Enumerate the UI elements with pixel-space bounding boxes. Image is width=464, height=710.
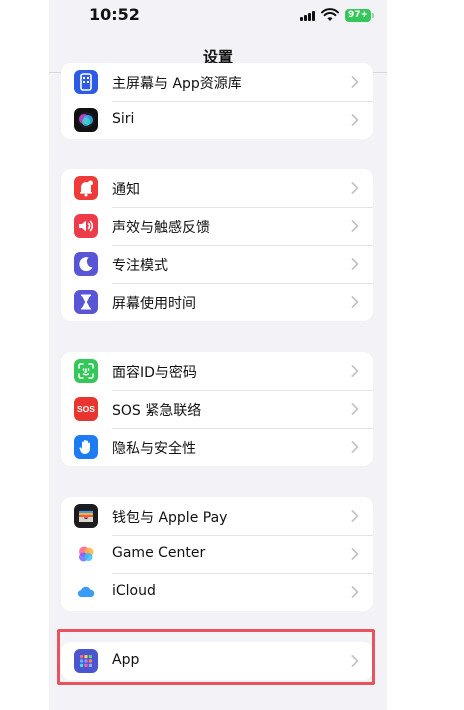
chevron-right-icon	[351, 655, 359, 667]
chevron-right-icon	[351, 403, 359, 415]
settings-row-icloud[interactable]: iCloud	[61, 573, 373, 611]
settings-group-security: 面容ID与密码 SOS SOS 紧急联络 隐私与安全性	[61, 352, 373, 466]
settings-row-notifications[interactable]: 通知	[61, 169, 373, 207]
sos-icon: SOS	[74, 397, 98, 421]
settings-row-sounds[interactable]: 声效与触感反馈	[61, 207, 373, 245]
chevron-right-icon	[351, 296, 359, 308]
chevron-right-icon	[351, 365, 359, 377]
chevron-right-icon	[351, 258, 359, 270]
settings-screen: 10:52 97+ 设置 主屏幕与 App资源库 Siri 通知 声效与触感反馈…	[49, 0, 387, 710]
settings-row-label: App	[112, 652, 140, 668]
settings-row-apps[interactable]: App	[61, 642, 373, 680]
settings-group-notifications: 通知 声效与触感反馈 专注模式 屏幕使用时间	[61, 169, 373, 321]
settings-row-label: 隐私与安全性	[112, 441, 196, 457]
speaker-icon	[74, 214, 98, 238]
chevron-right-icon	[351, 76, 359, 88]
siri-icon	[74, 108, 98, 132]
settings-row-label: 声效与触感反馈	[112, 220, 210, 236]
settings-row-label: Siri	[112, 111, 135, 127]
status-icons: 97+	[300, 8, 374, 22]
settings-row-label: 专注模式	[112, 258, 168, 274]
settings-row-screen-time[interactable]: 屏幕使用时间	[61, 283, 373, 321]
bell-icon	[74, 176, 98, 200]
chevron-right-icon	[351, 548, 359, 560]
status-bar: 10:52 97+	[49, 0, 387, 32]
hand-icon	[74, 435, 98, 459]
settings-row-label: 面容ID与密码	[112, 365, 197, 381]
settings-row-label: iCloud	[112, 583, 156, 599]
sos-badge-text: SOS	[77, 404, 95, 414]
chevron-right-icon	[351, 114, 359, 126]
icloud-icon	[74, 580, 98, 604]
settings-row-emergency-sos[interactable]: SOS SOS 紧急联络	[61, 390, 373, 428]
chevron-right-icon	[351, 510, 359, 522]
settings-group-apps: App	[61, 642, 373, 680]
settings-row-home-screen[interactable]: 主屏幕与 App资源库	[61, 63, 373, 101]
battery-icon: 97+	[345, 8, 374, 22]
game-center-icon	[74, 542, 98, 566]
moon-icon	[74, 252, 98, 276]
settings-row-label: 屏幕使用时间	[112, 296, 196, 312]
settings-row-label: 主屏幕与 App资源库	[112, 76, 242, 92]
settings-row-label: SOS 紧急联络	[112, 403, 202, 419]
cellular-signal-icon	[300, 9, 315, 21]
settings-row-wallet[interactable]: 钱包与 Apple Pay	[61, 497, 373, 535]
status-time: 10:52	[89, 5, 140, 24]
wifi-icon	[321, 8, 339, 21]
settings-row-label: 钱包与 Apple Pay	[112, 510, 228, 526]
settings-row-label: 通知	[112, 182, 140, 198]
settings-row-siri[interactable]: Siri	[61, 101, 373, 139]
settings-group-display: 主屏幕与 App资源库 Siri	[61, 63, 373, 139]
chevron-right-icon	[351, 441, 359, 453]
settings-row-focus[interactable]: 专注模式	[61, 245, 373, 283]
settings-row-label: Game Center	[112, 545, 206, 561]
home-screen-icon	[74, 70, 98, 94]
settings-group-accounts: 钱包与 Apple Pay Game Center iCloud	[61, 497, 373, 611]
chevron-right-icon	[351, 220, 359, 232]
wallet-icon	[74, 504, 98, 528]
apps-grid-icon	[74, 649, 98, 673]
chevron-right-icon	[351, 586, 359, 598]
settings-row-game-center[interactable]: Game Center	[61, 535, 373, 573]
chevron-right-icon	[351, 182, 359, 194]
settings-row-face-id[interactable]: 面容ID与密码	[61, 352, 373, 390]
settings-row-privacy[interactable]: 隐私与安全性	[61, 428, 373, 466]
face-id-icon	[74, 359, 98, 383]
hourglass-icon	[74, 290, 98, 314]
